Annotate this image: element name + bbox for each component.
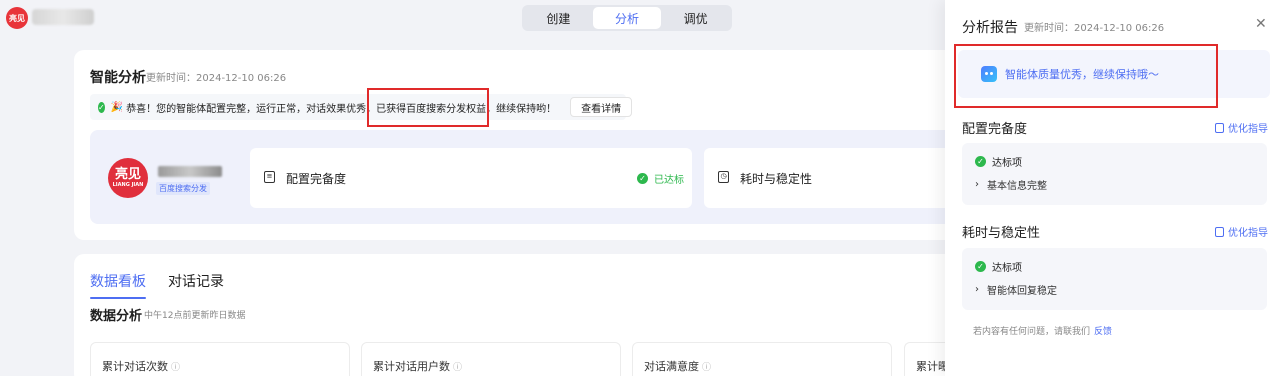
item-label: 基本信息完整 xyxy=(987,181,1047,192)
check-circle-icon: ✓ xyxy=(975,261,986,272)
status-row: ✓ 达标项 xyxy=(975,154,1022,169)
check-circle-icon: ✓ xyxy=(637,173,648,184)
drawer-title: 分析报告 xyxy=(962,20,1018,36)
page-title: 智能分析 xyxy=(90,70,146,86)
section-title-config: 配置完备度 xyxy=(962,122,1028,137)
tab-optimize[interactable]: 调优 xyxy=(661,7,730,29)
optimize-guide-link[interactable]: 优化指导 xyxy=(1215,120,1268,135)
logo-text: 亮见 xyxy=(9,13,25,23)
success-notice: ✓ 🎉 恭喜！您的智能体配置完整，运行正常，对话效果优秀，已获得百度搜索分发权益… xyxy=(90,94,633,120)
check-circle-icon: ✓ xyxy=(98,101,105,113)
info-icon[interactable]: ⓘ xyxy=(453,363,462,373)
info-icon[interactable]: ⓘ xyxy=(702,363,711,373)
highlight-box-quality xyxy=(954,44,1218,108)
tab-create[interactable]: 创建 xyxy=(524,7,593,29)
optimize-guide-link[interactable]: 优化指导 xyxy=(1215,224,1268,239)
chevron-right-icon: › xyxy=(975,284,979,295)
notice-text: 恭喜！您的智能体配置完整，运行正常，对话效果优秀，已获得百度搜索分发权益，继续保… xyxy=(126,103,557,115)
config-completeness-label: 配置完备度 xyxy=(286,172,347,186)
chevron-right-icon: › xyxy=(975,179,979,190)
data-tabs: 数据看板 对话记录 xyxy=(90,271,224,299)
status-label: 达标项 xyxy=(992,263,1022,274)
latency-result-box: ✓ 达标项 › 智能体回复稳定 xyxy=(962,248,1267,310)
feedback-footer: 若内容有任何问题，请联我们 反馈 xyxy=(973,324,1112,337)
check-circle-icon: ✓ xyxy=(975,156,986,167)
close-icon[interactable]: ✕ xyxy=(1255,16,1267,32)
section-title-latency: 耗时与稳定性 xyxy=(962,226,1041,241)
config-completeness-card[interactable]: ≡ 配置完备度 ✓ 已达标 xyxy=(250,148,692,208)
footer-text: 若内容有任何问题，请联我们 xyxy=(973,327,1091,337)
avatar-text: 亮见 xyxy=(114,167,141,182)
optimize-guide-text: 优化指导 xyxy=(1228,124,1268,135)
distribution-tag: 百度搜索分发 xyxy=(156,182,210,195)
avatar-subtext: LIANG JIAN xyxy=(112,182,144,188)
view-details-button[interactable]: 查看详情 xyxy=(570,97,633,117)
drawer-update-time: 更新时间：2024-12-10 06:26 xyxy=(1024,23,1165,34)
latency-stability-label: 耗时与稳定性 xyxy=(740,172,813,186)
metric-card: 累计对话用户数 ⓘ xyxy=(361,342,621,376)
avatar: 亮见 LIANG JIAN xyxy=(108,158,148,198)
config-status: ✓ 已达标 xyxy=(637,171,684,186)
feedback-link[interactable]: 反馈 xyxy=(1094,327,1112,337)
mode-tabs: 创建 分析 调优 xyxy=(522,5,732,31)
metric-card: 对话满意度 ⓘ xyxy=(632,342,892,376)
tab-conversation-log[interactable]: 对话记录 xyxy=(168,271,224,299)
metric-label: 累计对话用户数 xyxy=(373,360,450,373)
account-name-blurred xyxy=(32,9,94,25)
section-note: 中午12点前更新昨日数据 xyxy=(144,311,246,321)
config-status-text: 已达标 xyxy=(654,175,684,186)
expandable-item[interactable]: › 智能体回复稳定 xyxy=(975,282,1057,297)
update-time: 更新时间：2024-12-10 06:26 xyxy=(146,73,287,84)
document-icon xyxy=(1215,226,1224,237)
config-result-box: ✓ 达标项 › 基本信息完整 xyxy=(962,143,1267,205)
data-board-card: 数据看板 对话记录 数据分析 中午12点前更新昨日数据 累计对话次数 ⓘ 累计对话… xyxy=(74,254,974,376)
smart-analysis-card: 智能分析 更新时间：2024-12-10 06:26 ✓ 🎉 恭喜！您的智能体配… xyxy=(74,50,974,240)
info-icon[interactable]: ⓘ xyxy=(171,363,180,373)
party-popper-icon: 🎉 xyxy=(110,101,124,113)
item-label: 智能体回复稳定 xyxy=(987,286,1057,297)
optimize-guide-text: 优化指导 xyxy=(1228,228,1268,239)
section-title: 数据分析 xyxy=(90,309,143,324)
highlight-box-notice xyxy=(367,88,489,127)
document-icon: ≡ xyxy=(264,171,275,183)
latency-stability-card[interactable]: ◷ 耗时与稳定性 xyxy=(704,148,974,208)
expandable-item[interactable]: › 基本信息完整 xyxy=(975,177,1047,192)
metric-label: 对话满意度 xyxy=(644,360,699,373)
metric-label: 累计对话次数 xyxy=(102,360,168,373)
status-label: 达标项 xyxy=(992,158,1022,169)
status-row: ✓ 达标项 xyxy=(975,259,1022,274)
logo-icon[interactable]: 亮见 xyxy=(6,7,28,29)
tab-analyze[interactable]: 分析 xyxy=(592,7,662,29)
timer-icon: ◷ xyxy=(718,171,729,183)
metric-card: 累计对话次数 ⓘ xyxy=(90,342,350,376)
agent-summary: 亮见 LIANG JIAN 百度搜索分发 ≡ 配置完备度 ✓ 已达标 ◷ 耗时与… xyxy=(90,130,974,224)
document-icon xyxy=(1215,122,1224,133)
tab-data-board[interactable]: 数据看板 xyxy=(90,271,146,299)
agent-name-blurred xyxy=(158,166,222,177)
